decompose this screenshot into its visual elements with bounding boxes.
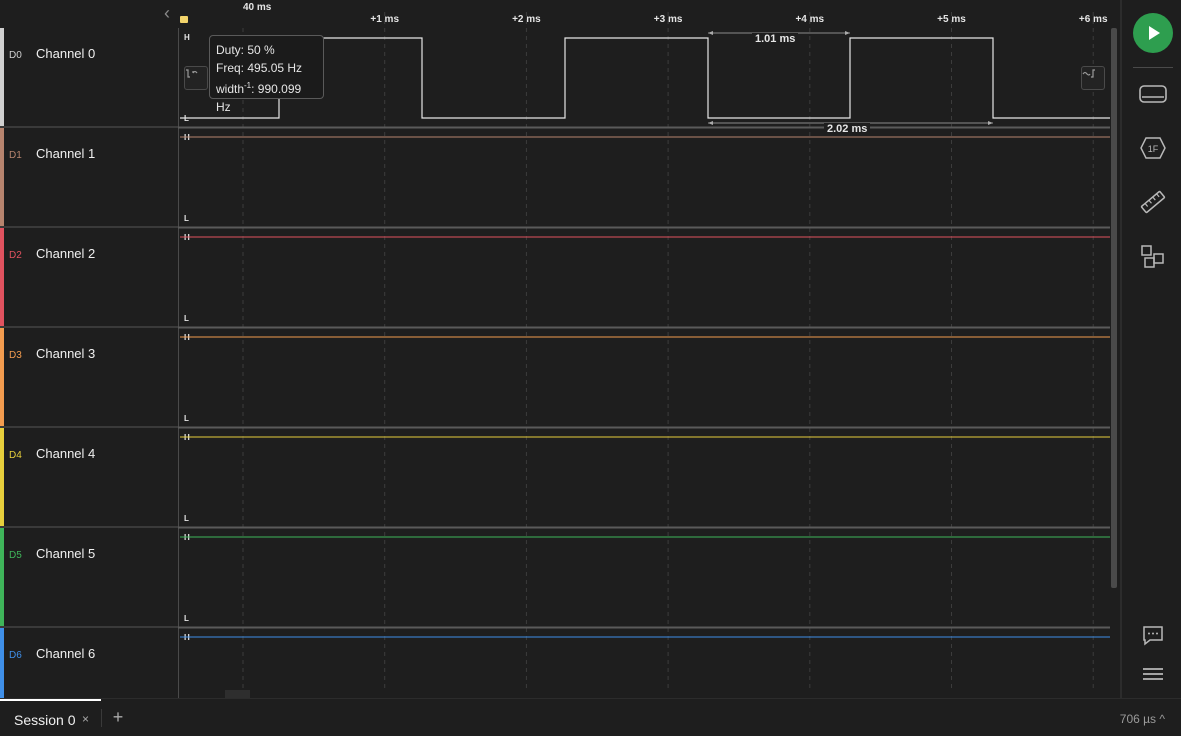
extensions-icon (1141, 245, 1164, 268)
channel-row-1[interactable]: D1 Channel 1 (0, 128, 178, 228)
horizontal-scroll-thumb[interactable] (225, 690, 250, 698)
menu-icon (1143, 668, 1163, 680)
channel-code: D0 (9, 50, 22, 61)
channel-code: D3 (9, 350, 22, 361)
device-settings-button[interactable] (1137, 78, 1169, 110)
channel-rows: HLHLHLHLHLHLH (178, 33, 1110, 642)
vertical-scrollbar[interactable] (1111, 28, 1117, 588)
measurements-button[interactable] (1137, 186, 1169, 218)
sidebar-divider (1133, 67, 1173, 68)
menu-button[interactable] (1137, 658, 1169, 690)
collapse-panel-icon[interactable]: ‹ (158, 4, 176, 22)
session-tab-label[interactable]: Session 0 (14, 712, 75, 728)
channel-color-bar (0, 428, 4, 526)
level-low-label: L (184, 414, 189, 423)
channel-label-column: D0 Channel 0 D1 Channel 1 D2 Channel 2 D… (0, 28, 178, 698)
svg-text:1F: 1F (1148, 144, 1159, 154)
tooltip-width: width-1: 990.099 Hz (216, 77, 317, 116)
status-timing-readout[interactable]: 706 µs ^ (1120, 712, 1165, 726)
channel-code: D2 (9, 250, 22, 261)
channel-name[interactable]: Channel 3 (36, 346, 95, 361)
channel-name[interactable]: Channel 6 (36, 646, 95, 661)
timeline-ticks: +1 ms +2 ms +3 ms +4 ms +5 ms +6 ms (370, 14, 1108, 25)
notes-icon (1143, 626, 1163, 646)
tab-divider (101, 709, 102, 727)
channel-color-bar (0, 328, 4, 426)
grid-lines (242, 12, 1094, 688)
analyzers-button[interactable]: 1F (1137, 132, 1169, 164)
close-session-icon[interactable]: × (82, 712, 89, 726)
channel-row-5[interactable]: D5 Channel 5 (0, 528, 178, 628)
measurement-tooltip: Duty: 50 % Freq: 495.05 Hz width-1: 990.… (209, 35, 324, 114)
channel-row-2[interactable]: D2 Channel 2 (0, 228, 178, 328)
channel-row-4[interactable]: D4 Channel 4 (0, 428, 178, 528)
next-edge-button[interactable] (1081, 66, 1105, 90)
play-icon (1149, 26, 1160, 40)
add-session-button[interactable]: + (110, 707, 126, 727)
channel-color-bar (0, 528, 4, 626)
channel-color-bar (0, 128, 4, 226)
tooltip-width-prefix: width (216, 82, 245, 96)
channel-name[interactable]: Channel 5 (36, 546, 95, 561)
start-capture-button[interactable] (1133, 13, 1173, 53)
device-icon (1139, 85, 1167, 103)
level-high-label: H (184, 33, 190, 42)
next-edge-icon (1082, 69, 1095, 78)
measure-icon (1140, 190, 1166, 214)
right-sidebar: 1F (1120, 0, 1181, 698)
channel-name[interactable]: Channel 2 (36, 246, 95, 261)
waveform-area[interactable]: 40 ms +1 ms+2 ms+3 ms+4 ms+5 ms+6 ms HLH… (178, 0, 1120, 698)
channel-name[interactable]: Channel 1 (36, 146, 95, 161)
channel-name[interactable]: Channel 4 (36, 446, 95, 461)
channel-color-bar (0, 628, 4, 698)
channel-color-bar (0, 28, 4, 126)
tooltip-freq: Freq: 495.05 Hz (216, 61, 303, 75)
pulse-width-label: 1.01 ms (752, 33, 799, 45)
channel-code: D5 (9, 550, 22, 561)
channel-code: D4 (9, 450, 22, 461)
channel-row-0[interactable]: D0 Channel 0 (0, 28, 178, 128)
channel-name[interactable]: Channel 0 (36, 46, 95, 61)
extensions-button[interactable] (1137, 240, 1169, 272)
notes-button[interactable] (1137, 619, 1169, 651)
channel-code: D6 (9, 650, 22, 661)
period-label: 2.02 ms (824, 123, 871, 135)
level-low-label: L (184, 614, 189, 623)
prev-edge-button[interactable] (184, 66, 208, 90)
timeline-origin-label: 40 ms (243, 2, 272, 13)
waveform-canvas[interactable]: 40 ms +1 ms+2 ms+3 ms+4 ms+5 ms+6 ms HLH… (178, 0, 1120, 698)
channel-row-3[interactable]: D3 Channel 3 (0, 328, 178, 428)
level-low-label: L (184, 314, 189, 323)
level-low-label: L (184, 514, 189, 523)
logic-analyzer-app: ‹ D0 Channel 0 D1 Channel 1 D2 Channel 2… (0, 0, 1181, 736)
tooltip-duty: Duty: 50 % (216, 43, 275, 57)
channel-color-bar (0, 228, 4, 326)
channel-row-6[interactable]: D6 Channel 6 (0, 628, 178, 698)
session-tab-bar: Session 0 × + 706 µs ^ (0, 698, 1181, 736)
trigger-marker-icon[interactable] (180, 16, 188, 23)
level-low-label: L (184, 214, 189, 223)
analyzer-icon: 1F (1140, 137, 1166, 159)
channel-code: D1 (9, 150, 22, 161)
prev-edge-icon (186, 69, 198, 78)
